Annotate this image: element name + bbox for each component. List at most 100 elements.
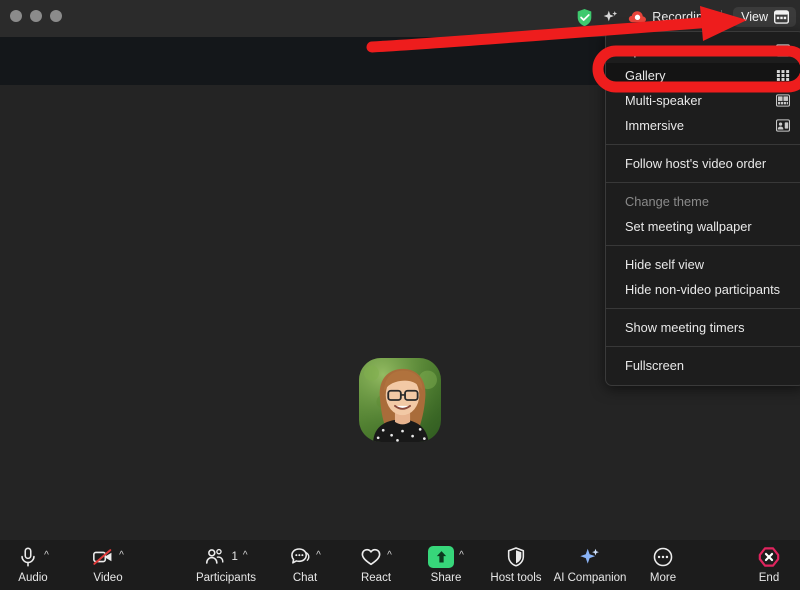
menu-separator — [606, 346, 800, 347]
speaker-view-icon — [776, 44, 790, 57]
toolbar-button-end[interactable]: End — [732, 545, 800, 584]
toolbar-button-label: Share — [430, 572, 462, 584]
more-ellipsis-icon[interactable] — [652, 546, 674, 568]
menu-item-label: Change theme — [625, 194, 709, 209]
maximize-window-button[interactable] — [50, 10, 62, 22]
toolbar-button-video[interactable]: ^ Video — [71, 545, 145, 584]
close-window-button[interactable] — [10, 10, 22, 22]
chat-icon[interactable] — [289, 546, 311, 568]
menu-item-label: Speaker — [625, 43, 673, 58]
toolbar-button-row: 1 ^ — [204, 545, 248, 569]
participants-icon[interactable] — [204, 546, 226, 568]
gallery-view-icon — [776, 69, 790, 82]
participant-count: 1 — [231, 551, 238, 563]
menu-group: Show meeting timers — [606, 313, 800, 342]
recording-label: Recording — [652, 10, 711, 24]
toolbar-button-react[interactable]: ^ React — [339, 545, 413, 584]
menu-item-gallery[interactable]: Gallery — [606, 63, 800, 88]
toolbar-button-row: ^ — [360, 545, 392, 569]
menu-group: ✓ Speaker Gallery Multi-speaker Immersive — [606, 36, 800, 140]
titlebar-right-controls: Recording View — [576, 4, 796, 30]
menu-item-hide-self-view[interactable]: Hide self view — [606, 252, 800, 277]
menu-item-set-meeting-wallpaper[interactable]: Set meeting wallpaper — [606, 214, 800, 239]
chevron-up-icon[interactable]: ^ — [387, 551, 392, 561]
toolbar-button-label: AI Companion — [553, 572, 627, 584]
menu-item-hide-non-video-participants[interactable]: Hide non-video participants — [606, 277, 800, 302]
menu-separator — [606, 144, 800, 145]
view-button-label: View — [741, 10, 768, 24]
menu-item-label: Follow host's video order — [625, 156, 767, 171]
zoom-meeting-window: Recording View ✓ Speaker Gallery Multi-s… — [0, 0, 800, 590]
toolbar-button-ai-companion[interactable]: AI Companion — [553, 545, 627, 584]
gallery-grid-icon — [774, 10, 789, 24]
menu-item-show-meeting-timers[interactable]: Show meeting timers — [606, 315, 800, 340]
meeting-toolbar: ^ Audio ^ Video 1 ^ Participants ^ Chat ^ React ^ Sh… — [0, 540, 800, 590]
share-screen-icon-box — [428, 546, 455, 568]
toolbar-button-row — [505, 545, 527, 569]
toolbar-button-label: More — [649, 572, 677, 584]
minimize-window-button[interactable] — [30, 10, 42, 22]
menu-item-follow-host-s-video-order[interactable]: Follow host's video order — [606, 151, 800, 176]
toolbar-button-row — [579, 545, 601, 569]
end-call-icon[interactable] — [758, 546, 780, 568]
toolbar-button-label: Participants — [195, 572, 257, 584]
menu-item-multi-speaker[interactable]: Multi-speaker — [606, 88, 800, 113]
toolbar-button-audio[interactable]: ^ Audio — [0, 545, 70, 584]
menu-item-label: Immersive — [625, 118, 685, 133]
toolbar-button-chat[interactable]: ^ Chat — [268, 545, 342, 584]
toolbar-button-label: React — [360, 572, 392, 584]
menu-separator — [606, 308, 800, 309]
toolbar-button-more[interactable]: More — [626, 545, 700, 584]
toolbar-button-row: ^ — [289, 545, 321, 569]
multi-speaker-view-icon — [776, 94, 790, 107]
menu-item-label: Fullscreen — [625, 358, 685, 373]
toolbar-button-label: Chat — [292, 572, 318, 584]
menu-separator — [606, 245, 800, 246]
menu-item-label: Show meeting timers — [625, 320, 745, 335]
microphone-icon[interactable] — [17, 546, 39, 568]
ai-sparkle-icon[interactable] — [602, 9, 619, 26]
heart-icon[interactable] — [360, 546, 382, 568]
menu-item-label: Gallery — [625, 68, 666, 83]
share-screen-icon[interactable] — [428, 546, 455, 568]
toolbar-button-label: Audio — [18, 572, 48, 584]
view-button[interactable]: View — [733, 7, 796, 27]
menu-group: Change theme Set meeting wallpaper — [606, 187, 800, 241]
chevron-up-icon[interactable]: ^ — [459, 551, 464, 561]
toolbar-button-label: Host tools — [490, 572, 542, 584]
menu-item-change-theme: Change theme — [606, 189, 800, 214]
chevron-up-icon[interactable]: ^ — [119, 551, 124, 561]
recording-cloud-icon — [628, 10, 647, 24]
menu-separator — [606, 182, 800, 183]
window-traffic-lights — [10, 10, 62, 22]
menu-group: Follow host's video order — [606, 149, 800, 178]
toolbar-button-row — [652, 545, 674, 569]
view-dropdown-menu: ✓ Speaker Gallery Multi-speaker Immersive Fol… — [605, 31, 800, 386]
toolbar-button-row: ^ — [92, 545, 124, 569]
toolbar-button-row: ^ — [428, 545, 464, 569]
menu-item-immersive[interactable]: Immersive — [606, 113, 800, 138]
toolbar-button-row — [758, 545, 780, 569]
menu-item-fullscreen[interactable]: Fullscreen — [606, 353, 800, 378]
toolbar-button-host-tools[interactable]: Host tools — [479, 545, 553, 584]
toolbar-button-share[interactable]: ^ Share — [409, 545, 483, 584]
ai-sparkle-icon[interactable] — [579, 546, 601, 568]
chevron-up-icon[interactable]: ^ — [243, 551, 248, 561]
menu-item-label: Hide non-video participants — [625, 282, 781, 297]
shield-host-icon[interactable] — [505, 546, 527, 568]
toolbar-button-label: Video — [93, 572, 123, 584]
toolbar-button-label: End — [758, 572, 780, 584]
recording-indicator[interactable]: Recording — [628, 10, 710, 24]
menu-item-label: Multi-speaker — [625, 93, 702, 108]
chevron-up-icon[interactable]: ^ — [44, 551, 49, 561]
immersive-view-icon — [776, 119, 790, 132]
toolbar-button-row: ^ — [17, 545, 49, 569]
menu-item-speaker[interactable]: ✓ Speaker — [606, 38, 800, 63]
shield-check-icon[interactable] — [576, 8, 593, 27]
video-off-icon[interactable] — [92, 546, 114, 568]
toolbar-button-participants[interactable]: 1 ^ Participants — [189, 545, 263, 584]
participant-avatar — [359, 358, 441, 442]
checkmark-icon: ✓ — [613, 44, 623, 56]
chevron-up-icon[interactable]: ^ — [316, 551, 321, 561]
menu-group: Fullscreen — [606, 351, 800, 380]
